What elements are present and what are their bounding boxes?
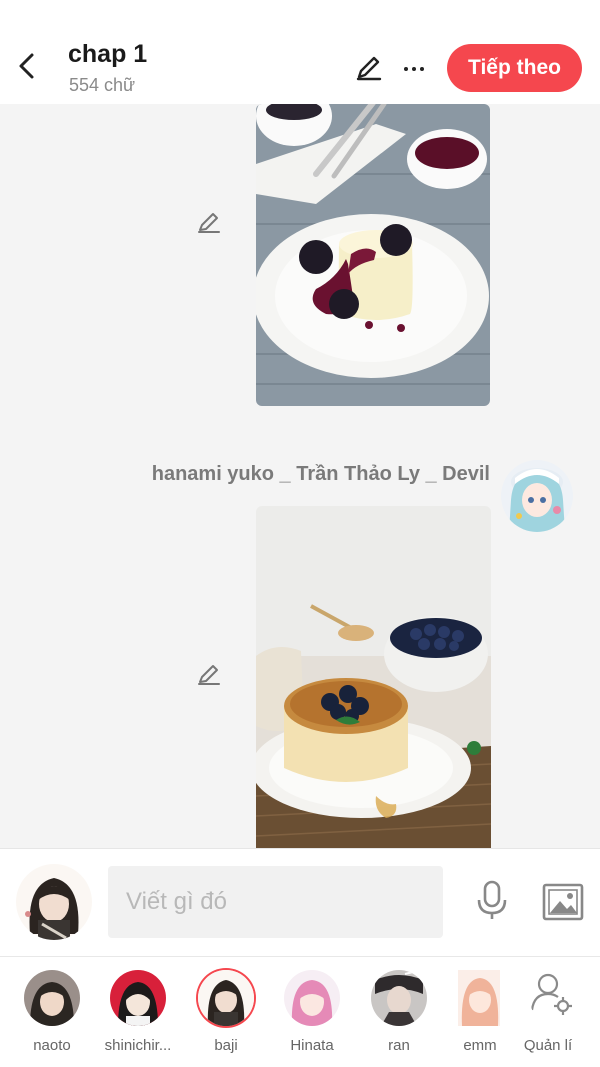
more-icon [402, 58, 426, 76]
character-shinichiro[interactable]: shinichir... [98, 970, 178, 1060]
manage-label: Quản lí [523, 1037, 573, 1054]
anime-girl-avatar [501, 460, 573, 532]
edit-message-button[interactable] [194, 207, 224, 237]
edit-button[interactable] [352, 50, 386, 84]
header-bar: chap 1 554 chữ Tiếp theo [0, 0, 600, 104]
chapter-title: chap 1 [68, 40, 148, 68]
character-avatar [371, 970, 427, 1026]
user-settings-icon [530, 973, 572, 1015]
message-image-cheesecake[interactable] [256, 506, 491, 848]
character-name: naoto [33, 1037, 71, 1054]
chevron-left-icon [19, 53, 34, 79]
character-avatar [198, 970, 254, 1026]
back-button[interactable] [10, 48, 44, 84]
panna-cotta-photo [256, 104, 490, 406]
current-character-avatar[interactable] [16, 864, 92, 940]
character-avatar [110, 970, 166, 1026]
character-baji[interactable]: baji [186, 970, 266, 1060]
next-chapter-button[interactable]: Tiếp theo [447, 44, 582, 92]
pencil-icon [198, 665, 220, 685]
character-avatar [458, 970, 500, 1026]
edit-message-button[interactable] [194, 659, 224, 689]
voice-input-button[interactable] [470, 878, 514, 924]
character-name: baji [214, 1037, 238, 1054]
message-image-panna-cotta[interactable] [256, 104, 490, 406]
character-name: shinichir... [104, 1037, 172, 1054]
character-name: ran [388, 1037, 410, 1054]
author-avatar[interactable] [501, 460, 573, 532]
character-ran[interactable]: ran [359, 970, 439, 1060]
word-count: 554 chữ [69, 75, 136, 95]
insert-image-button[interactable] [540, 880, 586, 924]
character-hinata[interactable]: Hinata [272, 970, 352, 1060]
more-options-button[interactable] [397, 50, 431, 84]
story-content[interactable]: hanami yuko _ Trần Thảo Ly _ Devil [0, 104, 600, 848]
message-author: hanami yuko _ Trần Thảo Ly _ Devil [151, 463, 490, 485]
blueberry-cheesecake-photo [256, 506, 491, 848]
character-avatar [24, 970, 80, 1026]
pencil-icon [198, 213, 220, 233]
baji-avatar [16, 864, 92, 940]
manage-characters-button[interactable]: Quản lí [508, 970, 588, 1060]
message-input[interactable] [108, 866, 443, 938]
pencil-icon [356, 56, 382, 81]
image-icon [542, 883, 584, 921]
character-avatar [284, 970, 340, 1026]
microphone-icon [477, 880, 507, 919]
manage-icon-wrap [530, 970, 574, 1026]
character-naoto[interactable]: naoto [12, 970, 92, 1060]
character-name: Hinata [290, 1037, 334, 1054]
